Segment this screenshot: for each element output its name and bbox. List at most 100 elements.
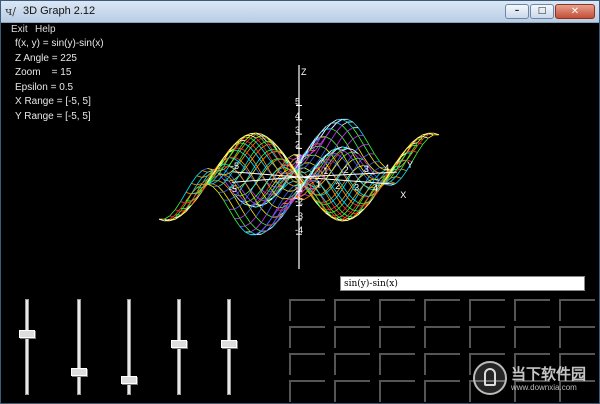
- surface-mesh-line: [358, 144, 364, 149]
- function-input[interactable]: [340, 276, 585, 291]
- slider-thumb[interactable]: [71, 367, 87, 376]
- surface-mesh-line: [358, 202, 364, 205]
- surface-mesh-line: [228, 199, 235, 210]
- surface-mesh-line: [325, 128, 332, 138]
- preset-cell[interactable]: [334, 299, 370, 321]
- slider-thumb[interactable]: [221, 340, 237, 349]
- surface-mesh-line: [368, 144, 375, 155]
- preset-cell[interactable]: [559, 299, 595, 321]
- surface-mesh-line: [288, 154, 294, 159]
- surface-mesh-line: [395, 177, 402, 184]
- surface-mesh-line: [164, 215, 170, 220]
- z-axis-tick-label: 3: [295, 125, 300, 135]
- surface-mesh-line: [185, 191, 192, 195]
- surface-mesh-line: [287, 190, 294, 199]
- y-range-label: Y Range = [-5, 5]: [15, 110, 91, 122]
- surface-mesh-line: [250, 208, 257, 218]
- surface-mesh-line: [336, 204, 343, 211]
- surface-mesh-line: [368, 161, 375, 166]
- preset-cell[interactable]: [334, 380, 370, 402]
- surface-mesh-line: [218, 182, 224, 187]
- surface-mesh-line: [309, 154, 316, 163]
- z-axis-tick-label: 2: [295, 139, 300, 149]
- surface-mesh-line: [239, 214, 246, 219]
- surface-mesh-line: [261, 208, 267, 215]
- surface-mesh-line: [271, 204, 278, 209]
- preset-cell[interactable]: [424, 380, 460, 402]
- preset-cell[interactable]: [334, 326, 370, 348]
- preset-cell[interactable]: [514, 299, 550, 321]
- slider-thumb[interactable]: [19, 329, 35, 338]
- maximize-icon: □: [537, 6, 547, 16]
- preset-cell[interactable]: [289, 299, 325, 321]
- title-bar[interactable]: ч/ 3D Graph 2.12 – □ ✕: [1, 1, 599, 23]
- menu-exit[interactable]: Exit: [11, 23, 28, 37]
- surface-mesh-line: [260, 182, 268, 192]
- surface-mesh-line: [250, 228, 257, 233]
- slider-thumb[interactable]: [121, 376, 137, 385]
- surface-mesh-line: [217, 186, 224, 193]
- surface-mesh-line: [336, 122, 343, 126]
- surface-mesh-line: [266, 204, 273, 215]
- surface-mesh-line: [428, 134, 434, 139]
- surface-mesh-line: [239, 205, 246, 216]
- surface-mesh-line: [277, 158, 284, 168]
- zoom-label: Zoom = 15: [15, 67, 72, 78]
- preset-cell[interactable]: [289, 326, 325, 348]
- surface-mesh-line: [250, 182, 257, 192]
- preset-cell[interactable]: [469, 299, 505, 321]
- slider-track: [25, 299, 29, 395]
- menu-help[interactable]: Help: [35, 23, 56, 37]
- y-axis-tick-label: 2: [344, 165, 349, 175]
- z-axis-tick-label: -3: [295, 211, 303, 221]
- minimize-button[interactable]: –: [505, 4, 529, 19]
- surface-mesh-line: [244, 222, 251, 227]
- maximize-button[interactable]: □: [530, 4, 554, 19]
- preset-cell[interactable]: [559, 326, 595, 348]
- surface-mesh-line: [282, 191, 289, 200]
- preset-cell[interactable]: [379, 326, 415, 348]
- surface-mesh-line: [352, 209, 359, 212]
- surface-mesh-line: [352, 135, 359, 140]
- minimize-icon: –: [514, 6, 520, 16]
- slider-4[interactable]: [169, 299, 189, 395]
- preset-cell[interactable]: [379, 380, 415, 402]
- preset-cell[interactable]: [424, 353, 460, 375]
- x-range-label: X Range = [-5, 5]: [15, 96, 91, 107]
- preset-cell[interactable]: [289, 380, 325, 402]
- surface-mesh-line: [341, 136, 348, 146]
- surface-mesh-line: [180, 192, 187, 202]
- surface-mesh-line: [352, 171, 359, 179]
- preset-cell[interactable]: [379, 353, 415, 375]
- x-axis-tick-label: 2: [335, 181, 340, 191]
- surface-mesh-line: [304, 194, 310, 197]
- preset-cell[interactable]: [334, 353, 370, 375]
- surface-mesh-line: [239, 186, 246, 195]
- slider-5[interactable]: [219, 299, 239, 395]
- x-axis-tick-label: 3: [354, 182, 359, 192]
- surface-mesh-line: [341, 130, 348, 138]
- z-axis-tick-label: -4: [295, 225, 303, 235]
- preset-cell[interactable]: [289, 353, 325, 375]
- surface-mesh-line: [395, 176, 402, 179]
- preset-cell[interactable]: [424, 299, 460, 321]
- window-title: 3D Graph 2.12: [23, 5, 96, 17]
- slider-2[interactable]: [69, 299, 89, 395]
- watermark-logo-icon: [473, 361, 507, 395]
- slider-3[interactable]: [119, 299, 139, 395]
- slider-1[interactable]: [17, 299, 37, 395]
- surface-mesh-line: [288, 183, 294, 187]
- surface-mesh-line: [239, 162, 246, 170]
- y-axis-tick-label: 3: [364, 164, 369, 174]
- surface-mesh-line: [244, 161, 251, 170]
- slider-thumb[interactable]: [171, 340, 187, 349]
- close-button[interactable]: ✕: [555, 4, 595, 19]
- surface-mesh-line: [374, 173, 381, 180]
- preset-cell[interactable]: [424, 326, 460, 348]
- preset-cell[interactable]: [379, 299, 415, 321]
- surface-mesh-line: [336, 125, 343, 132]
- preset-cell[interactable]: [514, 326, 550, 348]
- surface-mesh-line: [352, 121, 359, 128]
- y-axis-label: Y: [407, 160, 413, 170]
- preset-cell[interactable]: [469, 326, 505, 348]
